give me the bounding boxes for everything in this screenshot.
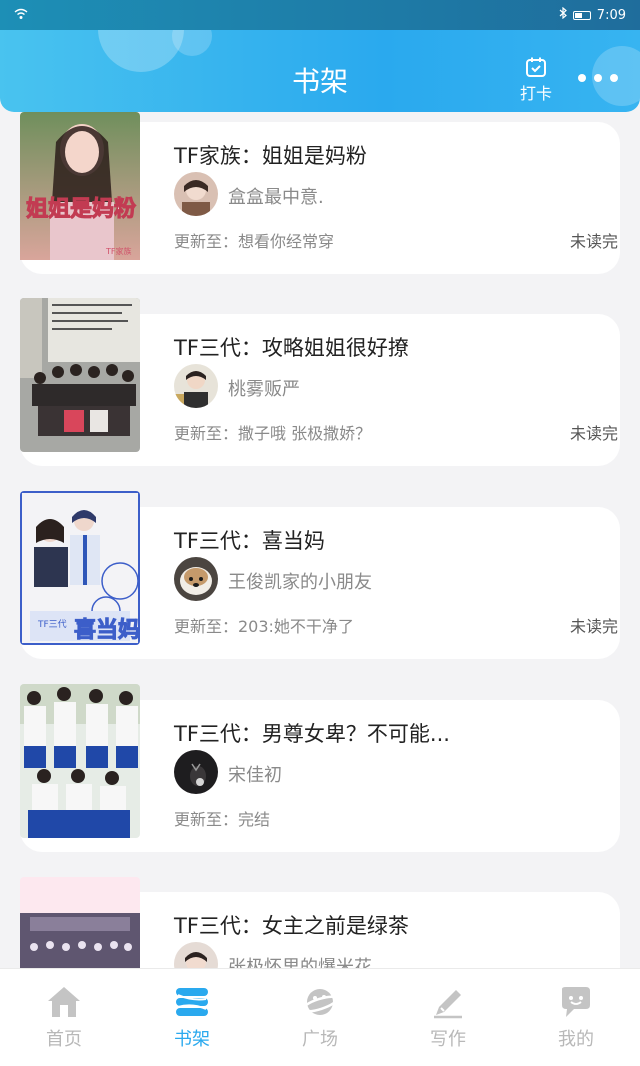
book-title: TF三代：喜当妈	[174, 529, 325, 553]
book-author: 王俊凯家的小朋友	[228, 572, 372, 593]
book-author: 宋佳初	[228, 765, 282, 786]
home-icon	[48, 987, 80, 1017]
author-avatar	[174, 557, 218, 601]
more-dot	[578, 74, 586, 82]
more-dot	[610, 74, 618, 82]
nav-label: 写作	[430, 1029, 466, 1050]
book-title: TF三代：男尊女卑？不可能...	[174, 722, 450, 746]
author-avatar	[174, 172, 218, 216]
book-cover[interactable]	[20, 684, 140, 838]
wifi-icon	[14, 8, 28, 24]
pen-icon	[434, 990, 462, 1019]
checkin-label: 打卡	[519, 84, 552, 103]
status-bar: 7:09	[0, 0, 640, 30]
book-author: 盒盒最中意.	[228, 187, 324, 208]
nav-label: 首页	[46, 1029, 82, 1050]
nav-item-home[interactable]: 首页	[0, 969, 128, 1066]
planet-icon	[302, 989, 338, 1015]
author-avatar	[174, 364, 218, 408]
book-cover[interactable]: 喜当妈 TF三代	[20, 491, 140, 645]
chat-bubble-icon	[562, 987, 590, 1017]
book-title: TF三代：攻略姐姐很好撩	[174, 336, 409, 360]
nav-item-square[interactable]: 广场	[256, 969, 384, 1066]
book-author: 张极怀里的爆米花	[228, 957, 372, 968]
nav-label: 我的	[558, 1029, 594, 1050]
checkin-button[interactable]: 打卡	[514, 56, 558, 104]
status-time: 7:09	[596, 7, 626, 23]
cover-sub-text: TF三代	[37, 619, 67, 630]
cover-title-text: 喜当妈	[74, 617, 140, 643]
more-dot	[594, 74, 602, 82]
cover-sub-text: TF家族	[105, 246, 132, 256]
read-status: 未读完	[569, 617, 618, 636]
decor-bubble	[172, 30, 212, 56]
bluetooth-icon	[559, 6, 567, 23]
bottom-nav: 首页 书架 广场 写作 我的	[0, 968, 640, 1066]
book-author: 桃雾贩严	[228, 379, 300, 400]
book-update: 更新至：完结	[174, 810, 271, 829]
calendar-check-icon	[526, 57, 546, 77]
book-update: 更新至：203:她不干净了	[174, 617, 354, 636]
nav-item-mine[interactable]: 我的	[512, 969, 640, 1066]
read-status: 未读完	[569, 232, 618, 251]
bookshelf-icon	[176, 988, 208, 1016]
nav-item-write[interactable]: 写作	[384, 969, 512, 1066]
app-header: 书架 打卡	[0, 30, 640, 112]
read-status: 未读完	[569, 424, 618, 443]
book-cover[interactable]	[20, 298, 140, 452]
nav-item-bookshelf[interactable]: 书架	[128, 969, 256, 1066]
book-cover[interactable]	[20, 877, 140, 968]
bookshelf-list: 姐姐是妈粉 TF家族 TF家族：姐姐是妈粉 盒盒最中意. 更新至：想看你经常穿 …	[0, 112, 640, 968]
book-update: 更新至：想看你经常穿	[174, 232, 335, 251]
battery-icon	[572, 10, 591, 20]
nav-label: 书架	[174, 1029, 210, 1050]
more-menu-button[interactable]	[578, 68, 618, 88]
book-title: TF家族：姐姐是妈粉	[174, 144, 367, 168]
book-cover[interactable]: 姐姐是妈粉 TF家族	[20, 112, 140, 266]
author-avatar	[174, 750, 218, 794]
book-title: TF三代：女主之前是绿茶	[174, 914, 409, 938]
nav-label: 广场	[302, 1029, 338, 1050]
book-update: 更新至：撒子哦 张极撒娇？	[174, 424, 372, 443]
cover-title-text: 姐姐是妈粉	[26, 196, 136, 222]
